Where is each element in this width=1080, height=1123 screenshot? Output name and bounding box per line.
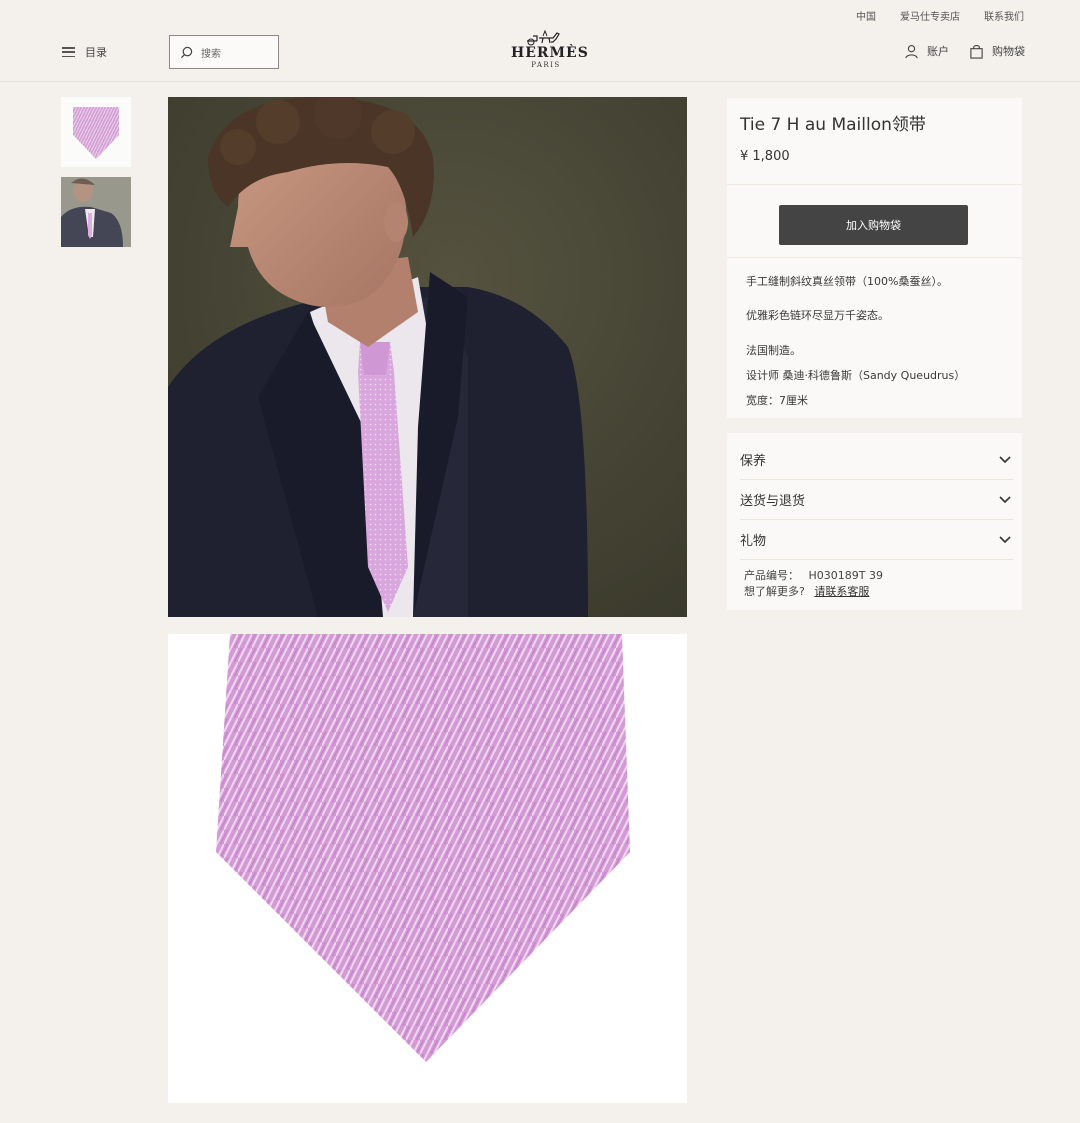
hamburger-icon — [62, 47, 75, 57]
description-line: 宽度：7厘米 — [746, 394, 808, 407]
menu-button[interactable]: 目录 — [62, 44, 107, 60]
model-photo — [168, 97, 687, 617]
divider — [727, 184, 1022, 185]
region-link[interactable]: 中国 — [856, 8, 876, 23]
tie-product-image — [168, 634, 687, 1103]
account-label: 账户 — [927, 45, 949, 58]
chevron-down-icon — [999, 535, 1011, 543]
brand-city: PARIS — [531, 61, 561, 69]
bag-button[interactable]: 购物袋 — [969, 43, 1025, 59]
contact-row: 想了解更多? 请联系客服 — [744, 583, 869, 599]
divider — [727, 257, 1022, 258]
model-thumbnail-image — [61, 177, 131, 247]
search-icon — [180, 46, 193, 58]
account-button[interactable]: 账户 — [904, 43, 949, 59]
sku-row: 产品编号： H030189T 39 — [744, 567, 883, 583]
product-info-panel: Tie 7 H au Maillon领带 ¥ 1,800 加入购物袋 手工缝制斜… — [727, 98, 1022, 418]
more-info-label: 想了解更多? — [744, 585, 805, 598]
add-to-bag-button[interactable]: 加入购物袋 — [779, 205, 968, 245]
site-header: 目录 搜索 HERMÈS PARIS 账户 购物袋 — [0, 28, 1080, 82]
accordion-label: 送货与退货 — [740, 494, 806, 509]
header-actions: 账户 购物袋 — [904, 43, 1025, 59]
details-accordion-panel: 保养 送货与退货 礼物 产品编号： H030189T 39 想了解更多? 请联系… — [727, 433, 1022, 610]
search-placeholder: 搜索 — [201, 48, 221, 60]
bag-label: 购物袋 — [992, 45, 1025, 58]
description-line: 法国制造。 — [746, 344, 801, 357]
description-line: 设计师 桑迪·科德鲁斯（Sandy Queudrus） — [746, 369, 966, 382]
accordion-delivery-returns[interactable]: 送货与退货 — [740, 480, 1013, 520]
sku-label: 产品编号： — [744, 569, 799, 582]
menu-label: 目录 — [85, 46, 107, 59]
thumbnail-tie[interactable] — [61, 97, 131, 167]
carriage-logo-icon — [527, 29, 560, 46]
chevron-down-icon — [999, 455, 1011, 463]
brand-name: HERMÈS — [511, 45, 589, 61]
user-icon — [905, 44, 918, 58]
chevron-down-icon — [999, 495, 1011, 503]
accordion-care[interactable]: 保养 — [740, 440, 1013, 480]
brand-logo[interactable]: HERMÈS PARIS — [511, 28, 589, 69]
tie-thumbnail-image — [73, 107, 119, 159]
description-line: 优雅彩色链环尽显万千姿态。 — [746, 309, 889, 322]
sku-value: H030189T 39 — [808, 569, 883, 582]
contact-service-link[interactable]: 请联系客服 — [814, 585, 869, 598]
thumbnail-model[interactable] — [61, 177, 131, 247]
shopping-bag-icon — [970, 44, 983, 59]
contact-link[interactable]: 联系我们 — [984, 8, 1024, 23]
accordion-gift[interactable]: 礼物 — [740, 520, 1013, 560]
accordion-label: 保养 — [740, 454, 767, 469]
utility-bar: 中国 爱马仕专卖店 联系我们 — [856, 8, 1024, 23]
product-title: Tie 7 H au Maillon领带 — [740, 115, 926, 135]
accordion-label: 礼物 — [740, 534, 767, 549]
search-input[interactable]: 搜索 — [169, 35, 279, 69]
store-link[interactable]: 爱马仕专卖店 — [900, 8, 960, 23]
description-line: 手工缝制斜纹真丝领带（100%桑蚕丝）。 — [746, 275, 948, 288]
product-price: ¥ 1,800 — [740, 149, 790, 164]
